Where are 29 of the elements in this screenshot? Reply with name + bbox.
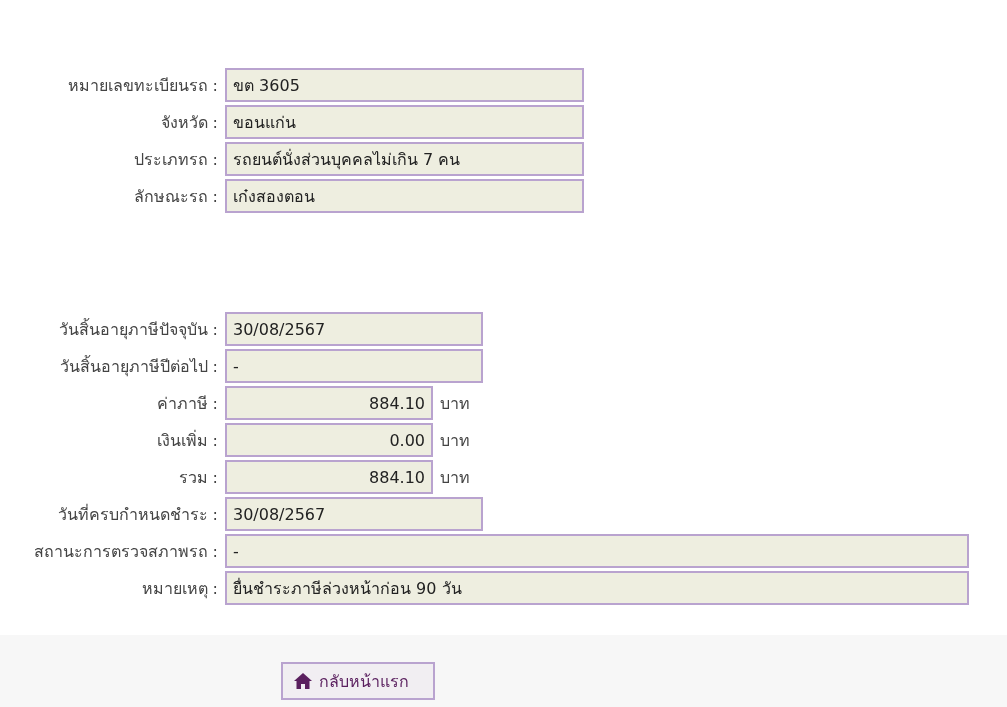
input-field[interactable]: ยื่นชำระภาษีล่วงหน้าก่อน 90 วัน (225, 571, 969, 605)
input-field[interactable]: - (225, 349, 483, 383)
input-field[interactable]: 0.00 (225, 423, 433, 457)
unit-label: บาท (440, 466, 470, 489)
input-field[interactable]: ขต 3605 (225, 68, 584, 102)
field-label: ประเภทรถ : (132, 148, 219, 171)
input-field[interactable]: ขอนแก่น (225, 105, 584, 139)
field-label: วันสิ้นอายุภาษีปีต่อไป : (58, 354, 219, 379)
field-label: ค่าภาษี : (155, 392, 219, 415)
field-label: รวม : (177, 466, 219, 489)
unit-label: บาท (440, 429, 470, 452)
home-button[interactable]: กลับหน้าแรก (281, 662, 435, 700)
field-label: สถานะการตรวจสภาพรถ : (32, 540, 219, 563)
field-label: หมายเลขทะเบียนรถ : (66, 74, 219, 97)
input-field[interactable]: 884.10 (225, 386, 433, 420)
home-icon (293, 672, 313, 690)
input-field[interactable]: รถยนต์นั่งส่วนบุคคลไม่เกิน 7 คน (225, 142, 584, 176)
input-field[interactable]: - (225, 534, 969, 568)
field-label: เงินเพิ่ม : (155, 429, 219, 452)
input-field[interactable]: 30/08/2567 (225, 497, 483, 531)
input-field[interactable]: 30/08/2567 (225, 312, 483, 346)
input-field[interactable]: 884.10 (225, 460, 433, 494)
field-label: ลักษณะรถ : (132, 185, 219, 208)
field-label: หมายเหตุ : (140, 577, 219, 601)
input-field[interactable]: เก๋งสองตอน (225, 179, 584, 213)
field-label: วันที่ครบกำหนดชำระ : (56, 503, 219, 526)
field-label: วันสิ้นอายุภาษีปัจจุบัน : (57, 317, 219, 342)
unit-label: บาท (440, 392, 470, 415)
field-label: จังหวัด : (159, 111, 219, 134)
